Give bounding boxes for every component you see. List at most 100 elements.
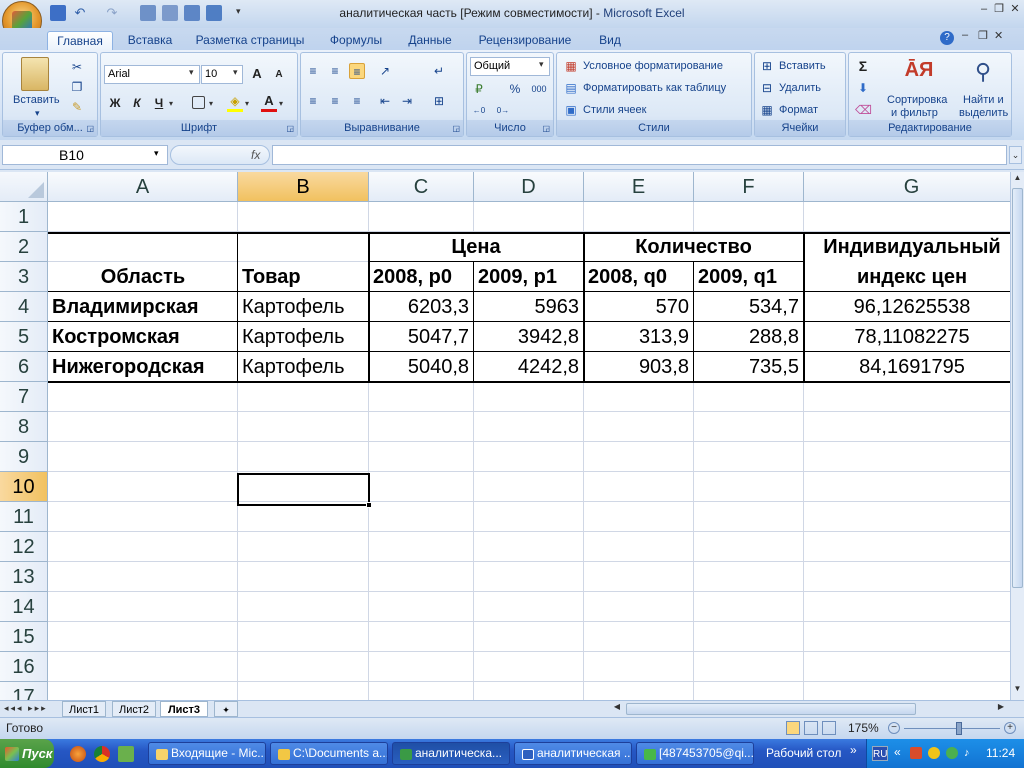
tray-shield-icon[interactable] [928,747,940,759]
zoom-in-icon[interactable]: + [1004,722,1016,734]
shrink-font-icon[interactable]: A [271,67,287,83]
row-header[interactable]: 1 [0,202,48,232]
find-select-icon[interactable]: ⚲ [967,59,999,89]
align-right-icon[interactable]: ≡ [349,93,365,109]
cell-p0[interactable]: 5040,8 [369,352,473,382]
find-select-label-1[interactable]: Найти и [963,94,1004,106]
dialog-launcher-icon[interactable]: ◲ [86,124,94,133]
row-header[interactable]: 6 [0,352,48,382]
row-header[interactable]: 14 [0,592,48,622]
formula-input[interactable] [272,145,1007,165]
cell-q1[interactable]: 534,7 [694,292,803,322]
chrome-icon[interactable] [94,746,110,762]
row-header[interactable]: 8 [0,412,48,442]
vertical-scroll-thumb[interactable] [1012,188,1023,588]
header-q1[interactable]: 2009, q1 [694,262,804,292]
row-header[interactable]: 13 [0,562,48,592]
language-indicator[interactable]: RU [872,746,888,761]
toolbar-expand-icon[interactable]: » [850,743,857,757]
tab-review[interactable]: Рецензирование [470,31,580,50]
scroll-left-icon[interactable]: ◀ [610,702,624,716]
tab-page-layout[interactable]: Разметка страницы [190,31,310,50]
borders-dropdown-icon[interactable]: ▾ [209,99,213,108]
page-break-view-icon[interactable] [822,721,836,735]
ribbon-close-icon[interactable]: ✕ [994,29,1003,42]
fill-handle[interactable] [366,502,372,508]
fill-icon[interactable]: ⬇ [855,80,871,96]
paste-dropdown-icon[interactable]: ▾ [35,108,40,119]
cell-p1[interactable]: 5963 [474,292,583,322]
align-middle-icon[interactable]: ≡ [327,63,343,79]
wrap-text-icon[interactable]: ↵ [431,63,447,79]
chart-icon[interactable] [206,5,222,21]
tray-status-icon[interactable] [946,747,958,759]
paste-icon[interactable] [21,57,49,91]
copy-icon[interactable]: ❐ [69,79,85,95]
format-table-button[interactable]: Форматировать как таблицу [583,82,726,94]
header-index-line1[interactable]: Индивидуальный [804,232,1010,262]
tab-insert[interactable]: Вставка [120,31,180,50]
page-layout-view-icon[interactable] [804,721,818,735]
column-header-a[interactable]: A [48,172,238,202]
name-box-dropdown-icon[interactable]: ▾ [154,148,159,159]
scroll-up-icon[interactable]: ▲ [1012,173,1023,186]
cell-q0[interactable]: 903,8 [584,352,693,382]
horizontal-scroll-thumb[interactable] [626,703,916,715]
cell-q0[interactable]: 313,9 [584,322,693,352]
worksheet-grid[interactable]: A B C D E F G 1 2 3 4 5 6 7 8 9 10 11 12… [0,172,1010,700]
row-header[interactable]: 7 [0,382,48,412]
insert-sheet-icon[interactable]: ✦ [214,701,238,717]
decrease-decimal-icon[interactable]: 0→ [495,103,511,119]
currency-icon[interactable]: ₽ [471,81,487,97]
cell-region[interactable]: Нижегородская [48,352,238,382]
cut-icon[interactable]: ✂ [69,59,85,75]
header-region[interactable]: Область [48,262,238,292]
save-icon[interactable] [50,5,66,21]
increase-decimal-icon[interactable]: ←0 [471,103,487,119]
font-color-icon[interactable]: A [261,93,277,109]
tray-expand-icon[interactable]: « [894,745,901,759]
number-format-select[interactable]: Общий [470,57,550,76]
decrease-indent-icon[interactable]: ⇤ [377,93,393,109]
column-header-c[interactable]: C [369,172,474,202]
header-price[interactable]: Цена [369,232,583,262]
tab-data[interactable]: Данные [400,31,460,50]
qat-customize-icon[interactable]: ▾ [236,6,241,17]
tray-app-icon[interactable] [910,747,922,759]
row-header[interactable]: 12 [0,532,48,562]
header-index-line2[interactable]: индекс цен [804,262,1010,292]
cell-region[interactable]: Костромская [48,322,238,352]
sort-filter-label-1[interactable]: Сортировка [887,94,947,106]
cell-q0[interactable]: 570 [584,292,693,322]
underline-dropdown-icon[interactable]: ▾ [169,99,173,108]
align-bottom-icon[interactable]: ≡ [349,63,365,79]
find-select-label-2[interactable]: выделить [959,107,1008,119]
orientation-icon[interactable]: ↗ [377,63,393,79]
cell-product[interactable]: Картофель [238,322,368,352]
italic-button[interactable]: К [129,95,145,111]
restore-icon[interactable]: ❐ [992,3,1006,15]
row-header[interactable]: 2 [0,232,48,262]
scroll-down-icon[interactable]: ▼ [1012,684,1023,697]
row-header[interactable]: 3 [0,262,48,292]
desktop-toolbar[interactable]: Рабочий стол [766,746,841,760]
delete-cells-button[interactable]: Удалить [779,82,821,94]
scroll-right-icon[interactable]: ▶ [994,702,1008,716]
align-left-icon[interactable]: ≡ [305,93,321,109]
row-header[interactable]: 5 [0,322,48,352]
cell-p0[interactable]: 6203,3 [369,292,473,322]
close-icon[interactable]: ✕ [1008,3,1022,15]
column-header-d[interactable]: D [474,172,584,202]
redo-icon[interactable]: ↷ [104,5,120,21]
header-p0[interactable]: 2008, р0 [369,262,474,292]
sheet-nav-icon[interactable]: ◂◂◂ ▸▸▸ [4,703,48,714]
grow-font-icon[interactable]: A [249,66,265,82]
autosum-button[interactable]: Σ [855,58,871,74]
cell-index[interactable]: 78,11082275 [804,322,1010,352]
row-header[interactable]: 4 [0,292,48,322]
thousands-button[interactable]: 000 [529,81,549,97]
row-header[interactable]: 11 [0,502,48,532]
column-header-b[interactable]: B [238,172,369,202]
conditional-format-button[interactable]: Условное форматирование [583,60,723,72]
cell-p0[interactable]: 5047,7 [369,322,473,352]
